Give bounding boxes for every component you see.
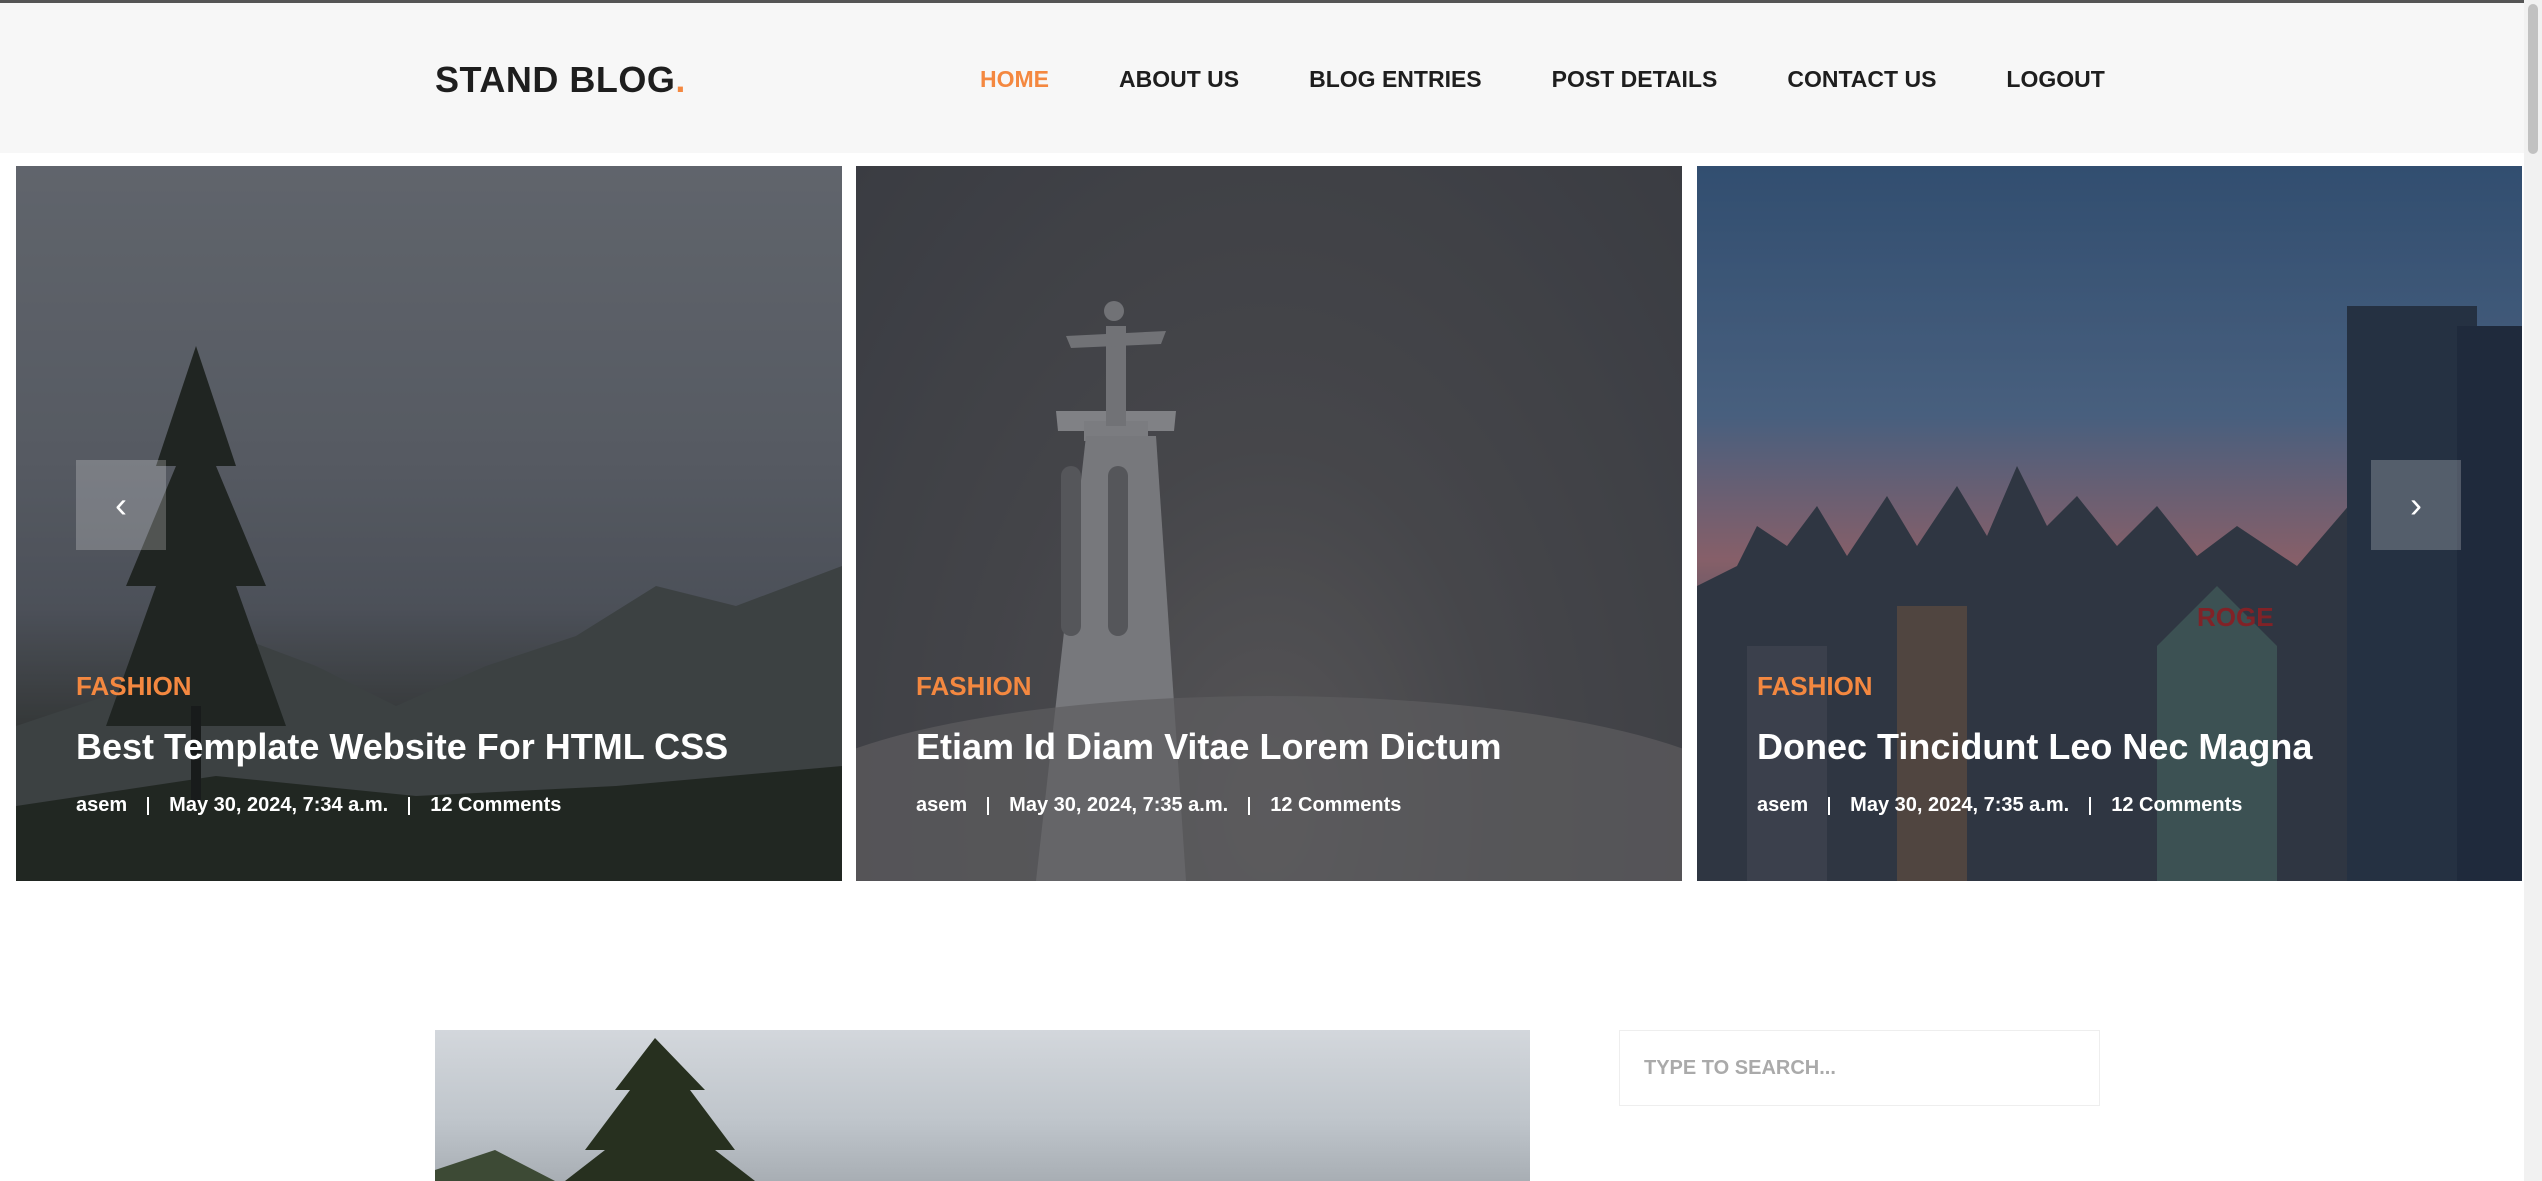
slide-2-comments[interactable]: 12 Comments <box>1270 794 1401 817</box>
nav-about-us[interactable]: ABOUT US <box>1119 66 1239 93</box>
logo-text[interactable]: STAND BLOG <box>435 59 675 100</box>
slide-2[interactable]: FASHION Etiam Id Diam Vitae Lorem Dictum… <box>856 166 1682 881</box>
slide-2-category[interactable]: FASHION <box>916 671 1502 702</box>
slide-1-author[interactable]: asem <box>76 794 127 817</box>
chevron-right-icon: › <box>2410 484 2422 525</box>
slide-3-title[interactable]: Donec Tincidunt Leo Nec Magna <box>1757 726 2312 768</box>
slider-prev-button[interactable]: ‹ <box>76 460 166 550</box>
slide-3-meta: asem May 30, 2024, 7:35 a.m. 12 Comments <box>1757 794 2312 817</box>
slide-3-author[interactable]: asem <box>1757 794 1808 817</box>
slide-2-author[interactable]: asem <box>916 794 967 817</box>
main-nav: HOME ABOUT US BLOG ENTRIES POST DETAILS … <box>980 66 2105 93</box>
slider-next-button[interactable]: › <box>2371 460 2461 550</box>
slide-3-comments[interactable]: 12 Comments <box>2111 794 2242 817</box>
meta-divider <box>147 796 150 815</box>
slide-1-title[interactable]: Best Template Website For HTML CSS <box>76 726 728 768</box>
nav-contact-us[interactable]: CONTACT US <box>1787 66 1936 93</box>
scrollbar-thumb[interactable] <box>2528 4 2538 154</box>
meta-divider <box>1248 796 1251 815</box>
search-box <box>1619 1030 2100 1106</box>
site-logo[interactable]: STAND BLOG. <box>435 59 686 101</box>
slide-3-date[interactable]: May 30, 2024, 7:35 a.m. <box>1850 794 2069 817</box>
meta-divider <box>2089 796 2092 815</box>
nav-blog-entries[interactable]: BLOG ENTRIES <box>1309 66 1482 93</box>
post-image[interactable] <box>435 1030 1530 1181</box>
featured-slider: FASHION Best Template Website For HTML C… <box>0 166 2542 881</box>
nav-logout[interactable]: LOGOUT <box>2006 66 2104 93</box>
search-input[interactable] <box>1644 1056 2075 1080</box>
slide-1-comments[interactable]: 12 Comments <box>430 794 561 817</box>
slide-1-content: FASHION Best Template Website For HTML C… <box>76 671 728 817</box>
meta-divider <box>408 796 411 815</box>
slide-2-title[interactable]: Etiam Id Diam Vitae Lorem Dictum <box>916 726 1502 768</box>
meta-divider <box>987 796 990 815</box>
nav-post-details[interactable]: POST DETAILS <box>1552 66 1718 93</box>
logo-dot: . <box>675 59 686 100</box>
slide-1-date[interactable]: May 30, 2024, 7:34 a.m. <box>169 794 388 817</box>
slide-3-content: FASHION Donec Tincidunt Leo Nec Magna as… <box>1757 671 2312 817</box>
chevron-left-icon: ‹ <box>115 484 127 525</box>
slide-1-meta: asem May 30, 2024, 7:34 a.m. 12 Comments <box>76 794 728 817</box>
slide-2-date[interactable]: May 30, 2024, 7:35 a.m. <box>1009 794 1228 817</box>
slide-2-content: FASHION Etiam Id Diam Vitae Lorem Dictum… <box>916 671 1502 817</box>
page-scrollbar[interactable] <box>2524 0 2542 1181</box>
meta-divider <box>1828 796 1831 815</box>
nav-home[interactable]: HOME <box>980 66 1049 93</box>
slide-2-meta: asem May 30, 2024, 7:35 a.m. 12 Comments <box>916 794 1502 817</box>
slide-3-category[interactable]: FASHION <box>1757 671 2312 702</box>
site-header: STAND BLOG. HOME ABOUT US BLOG ENTRIES P… <box>0 3 2542 153</box>
slide-1-category[interactable]: FASHION <box>76 671 728 702</box>
